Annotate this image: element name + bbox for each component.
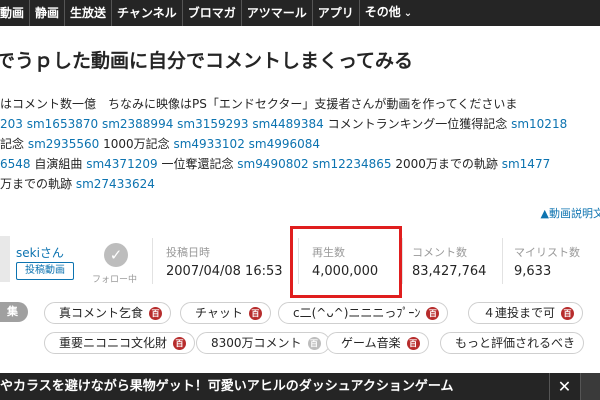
tag-item[interactable]: c二(^ᴗ^)ニニニっﾌﾟｰﾝ 百: [278, 302, 449, 324]
video-id-link[interactable]: sm2935560: [28, 137, 99, 151]
dictionary-icon[interactable]: 百: [149, 306, 163, 320]
nav-item-channel[interactable]: チャンネル: [112, 0, 183, 26]
tag-label: もっと評価されるべき: [455, 336, 576, 350]
video-id-link[interactable]: sm3159293: [177, 117, 248, 131]
video-id-link[interactable]: sm1653870: [27, 117, 98, 131]
dictionary-icon[interactable]: 百: [248, 306, 262, 320]
tag-item[interactable]: チャット百: [180, 302, 271, 324]
tag-label: チャット: [195, 306, 243, 320]
nav-item-seiga[interactable]: 静画: [30, 0, 66, 26]
tag-item[interactable]: もっと評価されるべき: [440, 332, 585, 354]
divider: [152, 238, 153, 284]
divider: [502, 238, 503, 284]
tag-label: c二(^ᴗ^)ニニニっﾌﾟｰﾝ: [293, 306, 421, 320]
tag-label: 真コメント乞食: [59, 306, 144, 320]
nav-item-app[interactable]: アプリ: [313, 0, 360, 26]
description-line: はコメント数一億 ちなみに映像はPS「エンドセクター」支援者さんが動画を作ってく…: [0, 97, 518, 111]
comment-count-label: コメント数: [412, 246, 467, 259]
video-title: でうｐした動画に自分でコメントしまくってみる: [0, 50, 414, 72]
tag-label: 重要ニコニコ文化財: [59, 336, 168, 350]
tag-edit-button[interactable]: 集: [0, 302, 28, 322]
description-text: 自演組曲: [34, 157, 83, 171]
owner-avatar[interactable]: [0, 236, 10, 282]
tag-item[interactable]: ゲーム音楽百: [326, 332, 429, 354]
dictionary-icon[interactable]: 百: [406, 336, 420, 350]
tag-label: 8300万コメント: [211, 336, 302, 350]
posted-date-label: 投稿日時: [166, 246, 210, 259]
video-id-link[interactable]: sm4933102: [173, 137, 244, 151]
description-line: 記念 sm2935560 1000万記念 sm4933102 sm4996084: [0, 134, 600, 154]
comment-count-value: 83,427,764: [412, 264, 487, 279]
mylist-count-label: マイリスト数: [514, 246, 580, 259]
ad-banner[interactable]: やカラスを避けながら果物ゲット！可愛いアヒルのダッシュアクションゲーム ✕: [0, 373, 600, 400]
video-id-link[interactable]: sm4489384: [252, 117, 323, 131]
description-text: コメントランキング一位獲得記念: [327, 117, 508, 131]
nav-item-more[interactable]: その他 ⌄: [360, 0, 417, 27]
description-toggle-link[interactable]: ▲動画説明文: [541, 205, 600, 221]
nav-item-atsumaru[interactable]: アツマール: [242, 0, 313, 26]
video-id-link[interactable]: sm4996084: [249, 137, 320, 151]
nav-item-blomaga[interactable]: ブロマガ: [183, 0, 242, 26]
video-id-link[interactable]: 203: [0, 117, 23, 131]
owner-name-link[interactable]: sekiさん: [16, 244, 64, 261]
video-id-link[interactable]: 6548: [0, 157, 31, 171]
global-nav: 動画 静画 生放送 チャンネル ブロマガ アツマール アプリ その他 ⌄: [0, 0, 600, 26]
nav-item-video[interactable]: 動画: [0, 0, 31, 26]
dictionary-icon[interactable]: 百: [561, 306, 575, 320]
owner-videos-button[interactable]: 投稿動画: [16, 262, 74, 280]
description-text: 記念: [0, 137, 25, 151]
dictionary-icon[interactable]: 百: [173, 336, 187, 350]
description-text: 2000万までの軌跡: [395, 157, 498, 171]
tag-item[interactable]: 8300万コメント百: [196, 332, 330, 354]
follow-status-label: フォロー中: [92, 275, 138, 285]
dictionary-icon[interactable]: 百: [307, 336, 321, 350]
tag-label: ４連投まで可: [483, 306, 556, 320]
video-id-link[interactable]: sm12234865: [313, 157, 392, 171]
tag-label: ゲーム音楽: [341, 336, 401, 350]
video-id-link[interactable]: sm9490802: [237, 157, 308, 171]
tag-item[interactable]: 真コメント乞食百: [44, 302, 172, 324]
divider: [402, 238, 403, 284]
description-line: 万までの軌跡 sm27433624: [0, 174, 600, 194]
ad-banner-text[interactable]: やカラスを避けながら果物ゲット！可愛いアヒルのダッシュアクションゲーム: [0, 373, 453, 400]
posted-date-value: 2007/04/08 16:53: [166, 264, 283, 279]
nav-item-live[interactable]: 生放送: [65, 0, 113, 26]
video-id-link[interactable]: sm2388994: [102, 117, 173, 131]
nav-more-label: その他: [364, 5, 401, 19]
close-icon[interactable]: ✕: [549, 373, 579, 400]
video-description: はコメント数一億 ちなみに映像はPS「エンドセクター」支援者さんが動画を作ってく…: [0, 94, 600, 194]
ad-banner-side: [580, 373, 600, 400]
tag-item[interactable]: ４連投まで可百: [468, 302, 584, 324]
dictionary-icon[interactable]: 百: [426, 306, 440, 320]
view-count-highlight-box: [290, 226, 402, 298]
description-line: 203 sm1653870 sm2388994 sm3159293 sm4489…: [0, 114, 600, 134]
video-id-link[interactable]: sm1477: [502, 157, 550, 171]
tag-item[interactable]: 重要ニコニコ文化財百: [44, 332, 196, 354]
video-id-link[interactable]: sm27433624: [76, 177, 155, 191]
video-id-link[interactable]: sm4371209: [86, 157, 157, 171]
description-text: 万までの軌跡: [0, 177, 73, 191]
chevron-down-icon: ⌄: [403, 8, 413, 19]
follow-check-icon[interactable]: ✓: [104, 243, 128, 267]
mylist-count-value: 9,633: [514, 264, 552, 279]
description-line: 6548 自演組曲 sm4371209 一位奪還記念 sm9490802 sm1…: [0, 154, 600, 174]
video-id-link[interactable]: sm10218: [511, 117, 567, 131]
description-text: 一位奪還記念: [161, 157, 234, 171]
description-text: 1000万記念: [103, 137, 170, 151]
